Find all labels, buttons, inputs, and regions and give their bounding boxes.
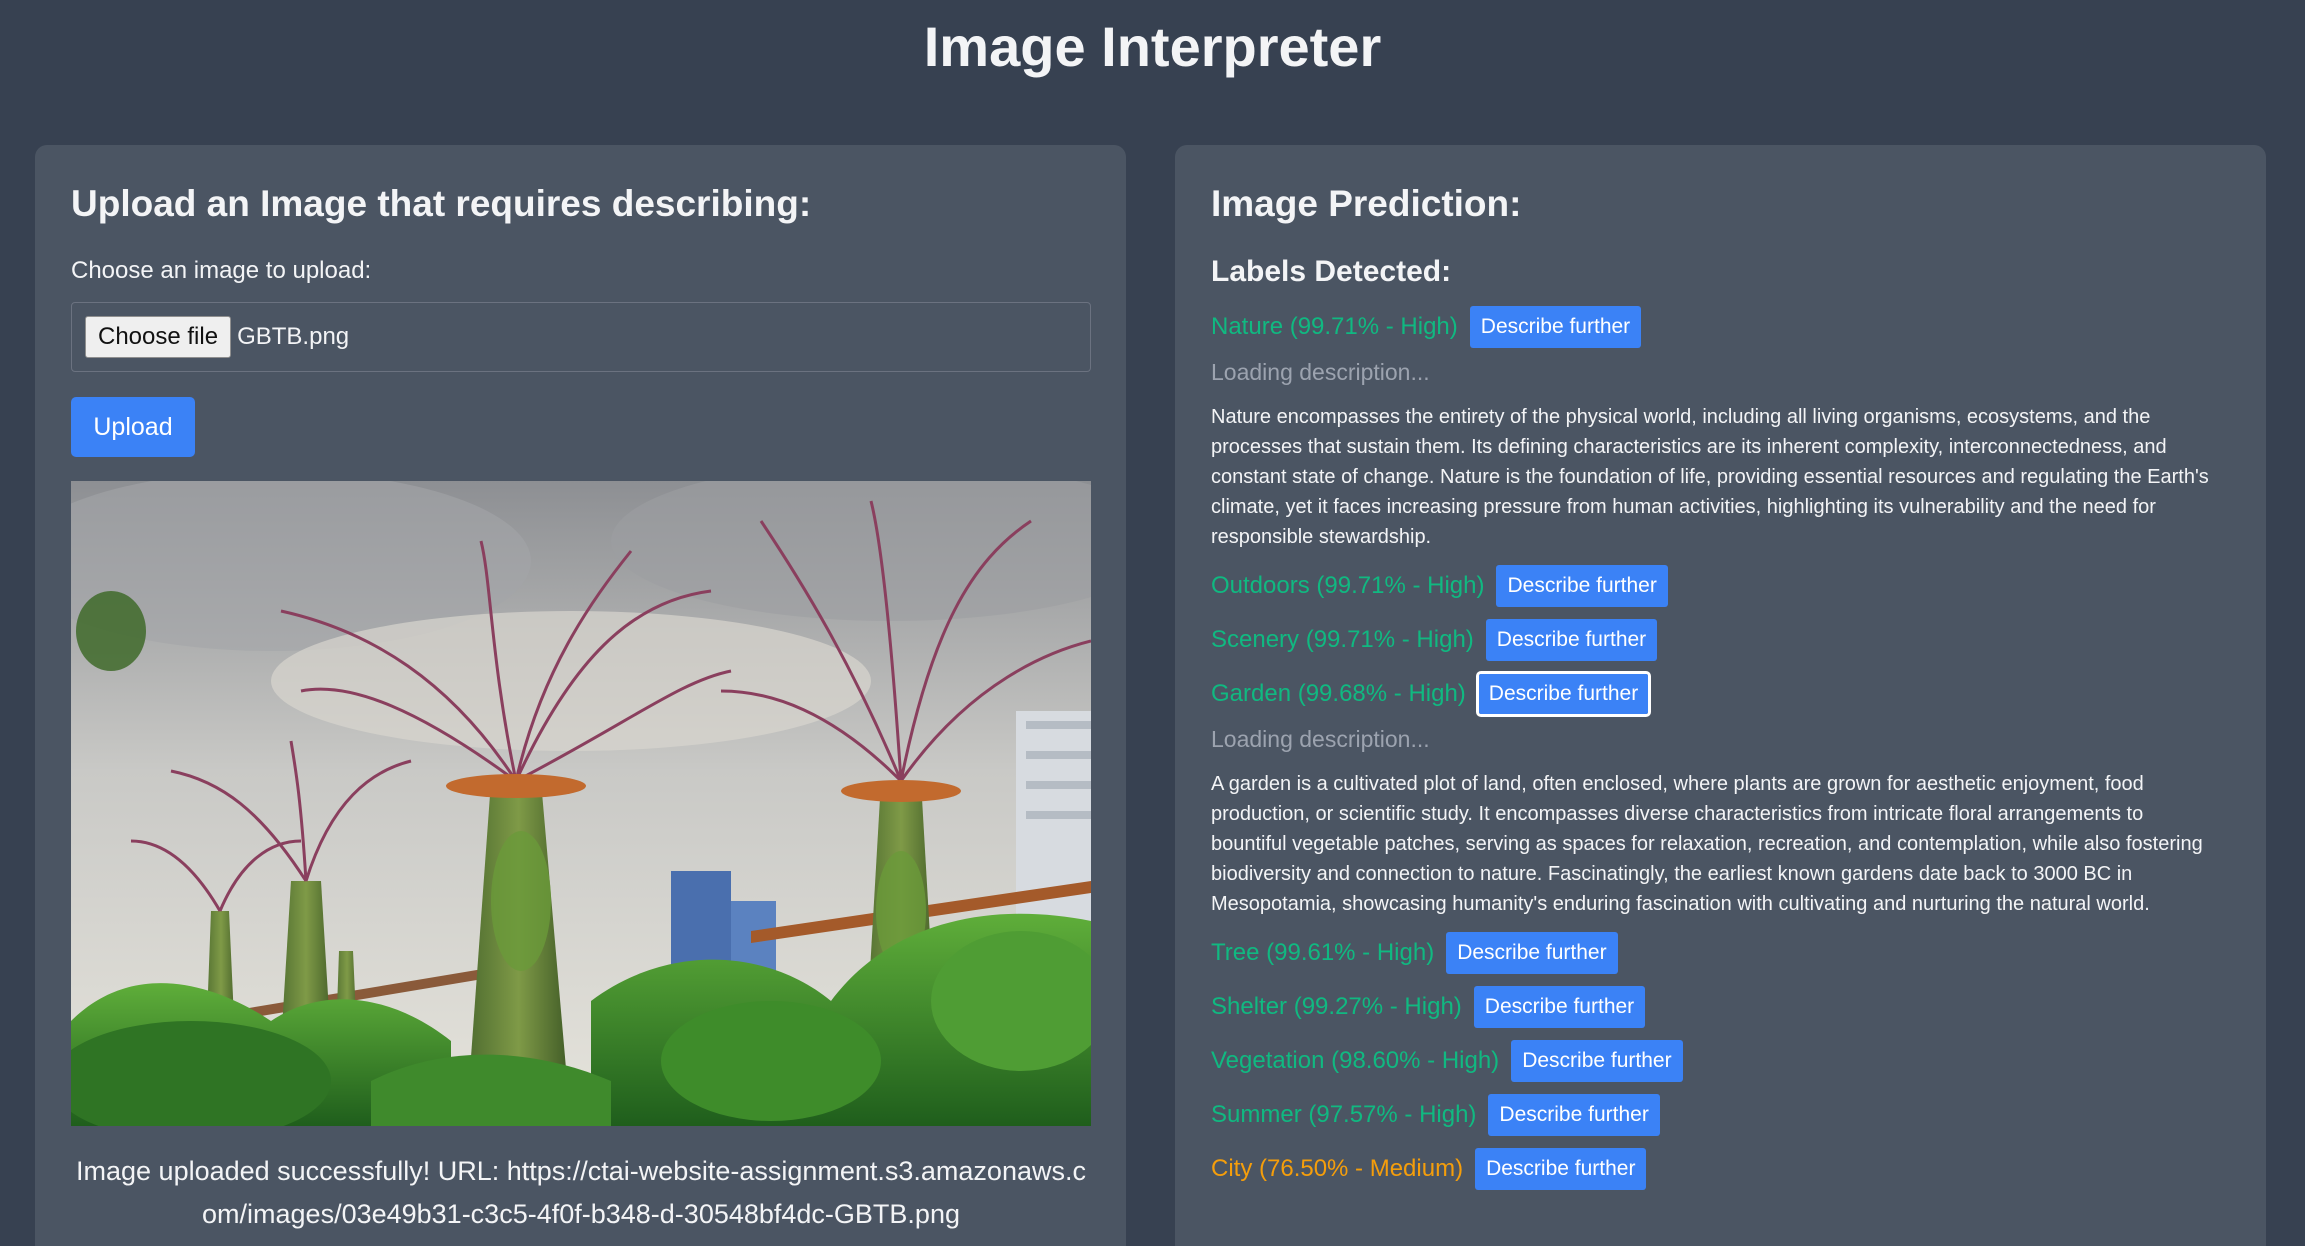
label-row: Tree (99.61% - High) Describe further xyxy=(1211,931,2231,974)
label-text: Summer (97.57% - High) xyxy=(1211,1100,1477,1128)
describe-further-button[interactable]: Describe further xyxy=(1475,670,1652,717)
describe-further-button[interactable]: Describe further xyxy=(1446,931,1618,974)
loading-description: Loading description... xyxy=(1211,359,1430,385)
label-row: Nature (99.71% - High) Describe further xyxy=(1211,305,2231,348)
label-text: Nature (99.71% - High) xyxy=(1211,312,1458,340)
label-text: City (76.50% - Medium) xyxy=(1211,1154,1464,1182)
app-title: Image Interpreter xyxy=(923,15,1382,78)
labels-list: Nature (99.71% - High) Describe further … xyxy=(1211,305,2231,1201)
uploaded-image-preview xyxy=(71,481,1091,1126)
label-text: Garden (99.68% - High) xyxy=(1211,679,1466,707)
selected-file-name: GBTB.png xyxy=(237,323,350,350)
label-row: Summer (97.57% - High) Describe further xyxy=(1211,1093,2231,1136)
describe-further-button[interactable]: Describe further xyxy=(1485,618,1658,661)
describe-further-button[interactable]: Describe further xyxy=(1511,1039,1683,1082)
label-text: Outdoors (99.71% - High) xyxy=(1211,571,1485,599)
label-text: Shelter (99.27% - High) xyxy=(1211,992,1462,1020)
describe-further-button[interactable]: Describe further xyxy=(1473,985,1646,1028)
label-text: Vegetation (98.60% - High) xyxy=(1211,1046,1500,1074)
labels-heading: Labels Detected: xyxy=(1211,255,1452,288)
describe-further-button[interactable]: Describe further xyxy=(1469,305,1642,348)
label-row: City (76.50% - Medium) Describe further xyxy=(1211,1147,2231,1190)
upload-status-message: Image uploaded successfully! URL: https:… xyxy=(76,1156,1086,1229)
describe-further-button[interactable]: Describe further xyxy=(1488,1093,1660,1136)
label-row: Vegetation (98.60% - High) Describe furt… xyxy=(1211,1039,2231,1082)
label-text: Scenery (99.71% - High) xyxy=(1211,625,1474,653)
loading-description: Loading description... xyxy=(1211,726,1430,752)
upload-button[interactable]: Upload xyxy=(71,397,195,457)
supertree-photo xyxy=(71,481,1091,1126)
label-row: Scenery (99.71% - High) Describe further xyxy=(1211,618,2231,661)
label-text: Tree (99.61% - High) xyxy=(1211,938,1435,966)
label-description: Nature encompasses the entirety of the p… xyxy=(1211,406,2209,548)
upload-panel: Upload an Image that requires describing… xyxy=(35,145,1126,1246)
page: Image Interpreter Upload an Image that r… xyxy=(0,0,2305,1246)
choose-file-button[interactable]: Choose file xyxy=(85,316,232,358)
label-row: Outdoors (99.71% - High) Describe furthe… xyxy=(1211,564,2231,607)
label-row: Garden (99.68% - High) Describe further xyxy=(1211,670,2231,717)
choose-image-label: Choose an image to upload: xyxy=(71,257,372,284)
prediction-heading: Image Prediction: xyxy=(1211,183,1522,224)
label-row: Shelter (99.27% - High) Describe further xyxy=(1211,985,2231,1028)
describe-further-button[interactable]: Describe further xyxy=(1475,1147,1647,1190)
prediction-panel: Image Prediction: Labels Detected: Natur… xyxy=(1175,145,2266,1246)
describe-further-button[interactable]: Describe further xyxy=(1496,564,1668,607)
label-description: A garden is a cultivated plot of land, o… xyxy=(1211,773,2203,915)
upload-heading: Upload an Image that requires describing… xyxy=(71,183,812,224)
file-input[interactable]: Choose file GBTB.png xyxy=(71,302,1091,372)
